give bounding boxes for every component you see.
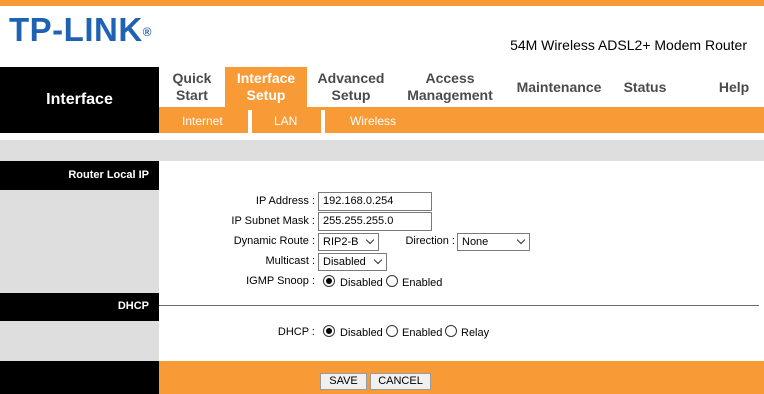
dynamic-route-select[interactable]: RIP2-B (318, 233, 379, 251)
direction-select[interactable]: None (457, 233, 530, 251)
dhcp-label: DHCP : (277, 326, 315, 338)
nav-item-help[interactable]: Help (707, 67, 761, 107)
nav-item-advanced-setup[interactable]: Advanced Setup (307, 67, 395, 107)
nav-item-access-management[interactable]: Access Management (395, 67, 505, 107)
igmp-enabled-label: Enabled (402, 277, 443, 289)
footer-left-block (0, 361, 159, 394)
chevron-down-icon (516, 235, 526, 245)
nav-section-title: Interface (46, 91, 113, 108)
nav-item-status[interactable]: Status (613, 67, 677, 107)
chevron-down-icon (365, 235, 375, 245)
subnav-separator (321, 110, 325, 133)
section-header-router-local-ip: Router Local IP (0, 161, 159, 190)
section-header-dhcp: DHCP (0, 293, 159, 321)
igmp-disabled-radio[interactable] (323, 275, 335, 287)
content-top-strip (0, 140, 764, 161)
ip-address-label: IP Address : (255, 195, 315, 207)
direction-value: None (462, 236, 489, 248)
main-nav: Quick Start Interface Setup Advanced Set… (159, 67, 764, 107)
section-sidebar-dhcp (0, 321, 159, 361)
direction-label: Direction : (405, 235, 455, 247)
top-accent-bar (0, 0, 764, 6)
section-sidebar-router-local-ip (0, 190, 159, 293)
dhcp-enabled-radio[interactable] (386, 325, 398, 337)
chevron-down-icon (373, 255, 383, 265)
nav-item-interface-setup[interactable]: Interface Setup (225, 67, 307, 107)
dhcp-relay-label: Relay (461, 327, 490, 339)
footer-bar (159, 361, 764, 394)
tp-link-logo: TP-LINK® (9, 12, 152, 48)
save-button[interactable]: SAVE (320, 373, 367, 390)
multicast-label: Multicast : (265, 255, 315, 267)
nav-item-maintenance[interactable]: Maintenance (505, 67, 613, 107)
sub-nav: Internet LAN Wireless (159, 107, 764, 133)
dynamic-route-value: RIP2-B (323, 236, 359, 248)
router-admin-page: TP-LINK® 54M Wireless ADSL2+ Modem Route… (0, 0, 764, 394)
dhcp-enabled-label: Enabled (402, 327, 443, 339)
dynamic-route-label: Dynamic Route : (233, 235, 315, 247)
subnav-lan[interactable]: LAN (274, 114, 297, 128)
igmp-disabled-label: Disabled (340, 277, 383, 289)
multicast-select[interactable]: Disabled (318, 253, 387, 271)
cancel-button[interactable]: CANCEL (370, 373, 431, 390)
logo-registered-mark: ® (142, 25, 152, 39)
section-divider (159, 305, 759, 306)
subnav-wireless[interactable]: Wireless (350, 114, 396, 128)
nav-section-panel: Interface (0, 67, 159, 133)
nav-item-quick-start[interactable]: Quick Start (159, 67, 225, 107)
logo-text: TP-LINK (9, 11, 143, 48)
subnav-internet[interactable]: Internet (182, 114, 223, 128)
dhcp-relay-radio[interactable] (445, 325, 457, 337)
igmp-enabled-radio[interactable] (386, 275, 398, 287)
dhcp-disabled-radio[interactable] (323, 325, 335, 337)
subnet-mask-label: IP Subnet Mask : (231, 215, 315, 227)
model-name: 54M Wireless ADSL2+ Modem Router (510, 37, 747, 53)
igmp-snoop-label: IGMP Snoop : (246, 275, 315, 287)
ip-address-field[interactable]: 192.168.0.254 (318, 192, 432, 211)
multicast-value: Disabled (323, 256, 366, 268)
subnet-mask-field[interactable]: 255.255.255.0 (318, 212, 432, 231)
subnav-separator (248, 110, 252, 133)
dhcp-disabled-label: Disabled (340, 327, 383, 339)
